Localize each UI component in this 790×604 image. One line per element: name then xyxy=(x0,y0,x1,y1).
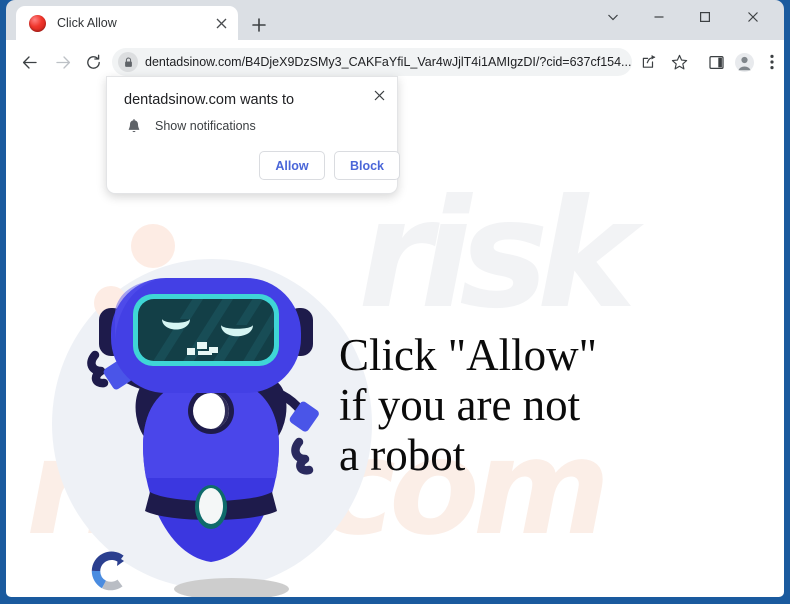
browser-window: Click Allow dentadsinow.com/B4DjeX9DzSMy… xyxy=(0,0,790,604)
red-ball-favicon xyxy=(29,14,46,32)
share-icon[interactable] xyxy=(636,49,662,75)
new-tab-button[interactable] xyxy=(246,12,272,38)
bell-icon xyxy=(126,118,142,134)
permission-dialog-title: dentadsinow.com wants to xyxy=(124,92,295,108)
window-close-button[interactable] xyxy=(730,0,776,33)
allow-button[interactable]: Allow xyxy=(259,151,325,180)
block-button[interactable]: Block xyxy=(334,151,400,180)
side-panel-icon[interactable] xyxy=(703,49,729,75)
back-button[interactable] xyxy=(16,49,42,75)
headline-line: a robot xyxy=(339,430,466,480)
address-bar[interactable]: dentadsinow.com/B4DjeX9DzSMy3_CAKFaYfiL_… xyxy=(112,48,632,76)
permission-dialog-close-button[interactable] xyxy=(367,83,391,107)
profile-avatar-icon[interactable] xyxy=(731,49,757,75)
page-headline: Click "Allow" if you are not a robot xyxy=(339,330,669,480)
three-dots-menu-icon[interactable] xyxy=(759,49,785,75)
watermark-top: risk xyxy=(358,168,636,342)
reload-button[interactable] xyxy=(80,49,106,75)
permission-option-row: Show notifications xyxy=(126,118,256,134)
ecaptcha-logo: E-CAPTCHA xyxy=(74,548,146,597)
browser-tab-strip: Click Allow xyxy=(6,0,784,40)
browser-tab[interactable]: Click Allow xyxy=(16,6,238,40)
address-bar-url: dentadsinow.com/B4DjeX9DzSMy3_CAKFaYfiL_… xyxy=(145,55,632,69)
window-minimize-button[interactable] xyxy=(636,0,682,33)
tab-search-button[interactable] xyxy=(590,0,636,33)
robot-shadow xyxy=(174,578,289,597)
permission-option-label: Show notifications xyxy=(155,119,256,133)
window-maximize-button[interactable] xyxy=(682,0,728,33)
forward-button[interactable] xyxy=(50,49,76,75)
blue-robot-mascot xyxy=(87,278,319,562)
c-arc-logo-icon xyxy=(87,548,133,594)
background-blob xyxy=(131,224,175,268)
notification-permission-dialog: dentadsinow.com wants to Show notificati… xyxy=(106,76,400,194)
star-icon[interactable] xyxy=(666,49,692,75)
headline-line: Click "Allow" xyxy=(339,330,597,380)
lock-icon[interactable] xyxy=(118,52,138,72)
tab-close-button[interactable] xyxy=(210,12,232,34)
tab-title: Click Allow xyxy=(57,16,117,30)
headline-line: if you are not xyxy=(339,380,581,430)
